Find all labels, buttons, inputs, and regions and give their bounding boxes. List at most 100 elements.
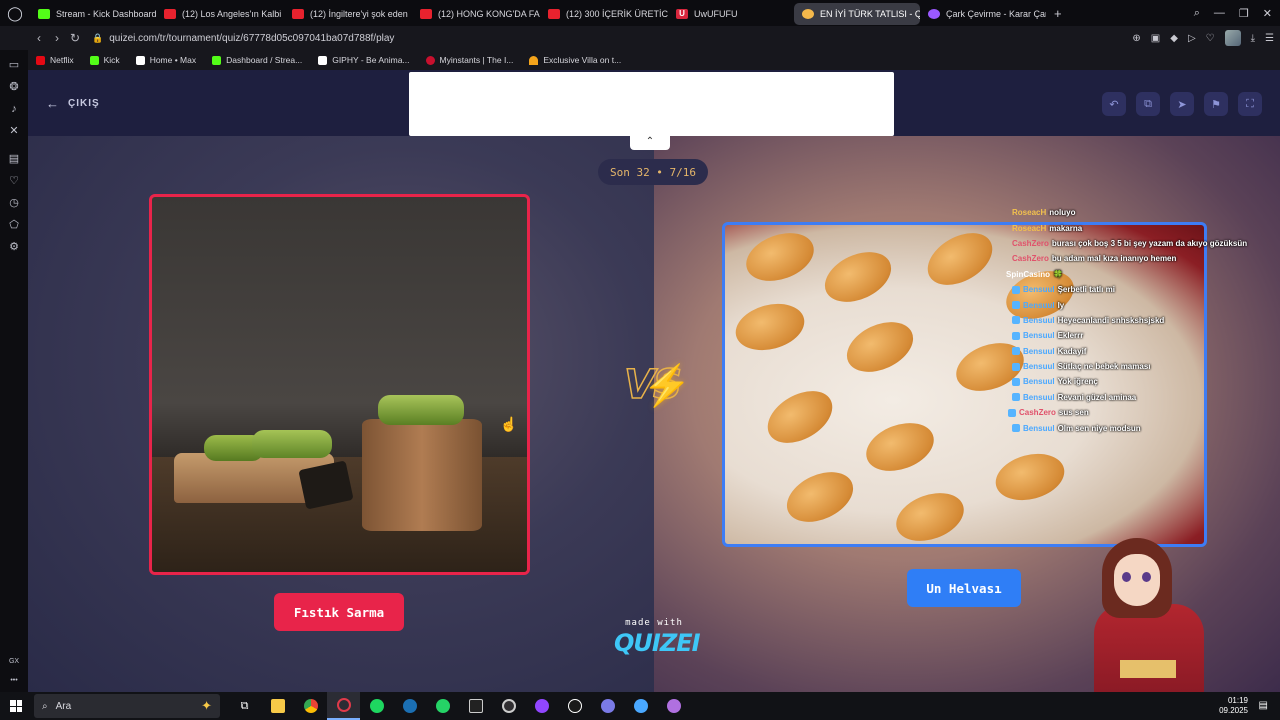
flag-icon[interactable]: ⚑ [1204, 92, 1228, 116]
close-icon[interactable]: ✕ [1263, 7, 1272, 20]
chat-message: Bensuul Kadayif [1012, 344, 1280, 359]
play-icon[interactable]: ▷ [1188, 33, 1196, 44]
bookmark-netflix[interactable]: Netflix [36, 55, 74, 65]
whatsapp-icon[interactable] [426, 692, 459, 720]
address-bar: ‹ › ↻ 🔒 quizei.com/tr/tournament/quiz/67… [0, 26, 1280, 50]
bookmark-kick[interactable]: Kick [89, 55, 120, 65]
address-bar-tools: ⊕ ▣ ◆ ▷ ♡ ⤓ ☰ [1132, 26, 1274, 50]
chat-text: Yok iğrenç [1057, 377, 1098, 387]
share-link-icon[interactable]: ⧉ [1136, 92, 1160, 116]
back-icon[interactable]: ‹ [30, 31, 48, 45]
left-choice-button[interactable]: Fıstık Sarma [274, 593, 404, 631]
chat-message: RoseacH makarna [1012, 220, 1280, 235]
browser-tab[interactable]: (12) Los Angeles'ın Kalbi [156, 3, 284, 25]
bookmark-label: Myinstants | The I... [439, 55, 514, 65]
new-tab-button[interactable]: + [1046, 6, 1070, 21]
youtube-icon [420, 9, 432, 19]
favorites-icon[interactable]: ♡ [7, 174, 21, 188]
right-choice-button[interactable]: Un Helvası [907, 569, 1021, 607]
obs-icon[interactable] [492, 692, 525, 720]
tiktok-icon[interactable]: ♪ [7, 102, 21, 116]
bookmark-label: Kick [103, 55, 120, 65]
exit-button[interactable]: ← ÇIKIŞ [46, 96, 100, 111]
bookmark-dashboard[interactable]: Dashboard / Strea... [212, 55, 302, 65]
lightning-bolt-icon: ⚡ [642, 364, 692, 408]
subscriber-badge-icon [1012, 393, 1020, 402]
chat-username: Bensuul [1023, 392, 1055, 402]
lock-icon: 🔒 [92, 32, 104, 43]
app-icon[interactable] [624, 692, 657, 720]
chatgpt-icon[interactable]: ❂ [7, 80, 21, 94]
forward-icon[interactable]: › [48, 31, 66, 45]
steam-icon[interactable] [393, 692, 426, 720]
more-icon[interactable]: ••• [10, 677, 17, 684]
heart-icon[interactable]: ♡ [1206, 33, 1215, 44]
chat-message: Bensuul Yok iğrenç [1012, 374, 1280, 389]
bookmark-max[interactable]: Home • Max [135, 55, 196, 65]
profile-avatar[interactable] [1224, 30, 1241, 46]
app-icon[interactable] [525, 692, 558, 720]
gaming-controller-icon[interactable]: ▭ [7, 58, 21, 72]
undo-icon[interactable]: ↶ [1102, 92, 1126, 116]
bookmark-myinstants[interactable]: Myinstants | The I... [425, 55, 514, 65]
task-view-icon[interactable]: ⧉ [228, 692, 261, 720]
chrome-icon[interactable] [294, 692, 327, 720]
ad-banner[interactable] [409, 72, 894, 136]
browser-tab[interactable]: (12) 300 İÇERİK ÜRETİCİS [540, 3, 668, 25]
app-icon[interactable] [657, 692, 690, 720]
reload-icon[interactable]: ↻ [66, 31, 84, 45]
notifications-icon[interactable]: ▤ [1259, 700, 1268, 711]
download-icon[interactable]: ⤓ [1251, 33, 1255, 44]
system-clock[interactable]: 01:19 09.2025 [1219, 692, 1248, 720]
browser-tab[interactable]: U UwUFUFU [668, 3, 794, 25]
history-icon[interactable]: ◷ [7, 196, 21, 210]
browser-sidebar: ▭ ❂ ♪ ✕ ▤ ♡ ◷ ⬠ ⚙ GX ••• [0, 50, 28, 692]
chat-username: SpinCasino [1006, 269, 1051, 279]
restore-icon[interactable]: ❐ [1239, 7, 1249, 20]
wallet-icon[interactable]: ▤ [7, 152, 21, 166]
bookmark-villa[interactable]: Exclusive Villa on t... [529, 55, 621, 65]
shield-icon[interactable]: ◆ [1170, 33, 1178, 44]
made-with-quizei[interactable]: made with QUIZEI [614, 618, 701, 657]
epic-games-icon[interactable] [459, 692, 492, 720]
fullscreen-icon[interactable]: ⛶ [1238, 92, 1262, 116]
browser-tab-active[interactable]: EN İYİ TÜRK TATLISI - Q [794, 3, 920, 25]
opera-gx-icon[interactable] [327, 692, 360, 720]
chat-text: Sütlaç ne bebek maması [1057, 362, 1151, 372]
url-field[interactable]: quizei.com/tr/tournament/quiz/67778d05c0… [109, 33, 394, 44]
left-choice-image[interactable] [149, 194, 530, 575]
collapse-ad-chevron-up-icon[interactable]: ⌃ [630, 134, 670, 150]
chat-text: noluyo [1049, 208, 1076, 218]
bookmark-label: GIPHY - Be Anima... [332, 55, 410, 65]
browser-tab[interactable]: Çark Çevirme - Karar Çar [920, 3, 1046, 25]
tab-bar: ◯ Stream - Kick Dashboard (12) Los Angel… [0, 0, 1280, 26]
settings-icon[interactable]: ⚙ [7, 240, 21, 254]
pin-icon[interactable]: ⊕ [1132, 33, 1140, 44]
opera-menu-icon[interactable]: ◯ [0, 0, 30, 26]
snapshot-icon[interactable]: ▣ [1151, 33, 1160, 44]
minimize-icon[interactable]: — [1214, 7, 1225, 19]
app-icon[interactable] [591, 692, 624, 720]
helva-piece [739, 225, 821, 290]
extensions-icon[interactable]: ⬠ [7, 218, 21, 232]
app-icon[interactable] [558, 692, 591, 720]
bookmark-giphy[interactable]: GIPHY - Be Anima... [318, 55, 410, 65]
taskbar-search[interactable]: ⌕ Ara ✦ [34, 694, 220, 718]
chat-message: RoseacH noluyo [1012, 205, 1280, 220]
menu-icon[interactable]: ☰ [1265, 33, 1274, 44]
search-tabs-icon[interactable]: ⌕ [1194, 7, 1200, 20]
browser-tab[interactable]: (12) HONG KONG'DA FAR [412, 3, 540, 25]
start-button[interactable] [0, 692, 32, 720]
helva-piece [838, 312, 922, 382]
chat-message: Bensuul Iy [1012, 297, 1280, 312]
browser-tab[interactable]: (12) İngiltere'yi şok eden [284, 3, 412, 25]
chat-text: Revani güzel aminaa [1057, 392, 1137, 402]
send-icon[interactable]: ➤ [1170, 92, 1194, 116]
file-explorer-icon[interactable] [261, 692, 294, 720]
gx-label[interactable]: GX [9, 658, 19, 665]
quiz-header: ← ÇIKIŞ ↶ ⧉ ➤ ⚑ ⛶ [28, 70, 1280, 136]
x-twitter-icon[interactable]: ✕ [7, 124, 21, 138]
mouse-cursor-icon: ☝ [500, 416, 518, 432]
browser-tab[interactable]: Stream - Kick Dashboard [30, 3, 156, 25]
spotify-icon[interactable] [360, 692, 393, 720]
